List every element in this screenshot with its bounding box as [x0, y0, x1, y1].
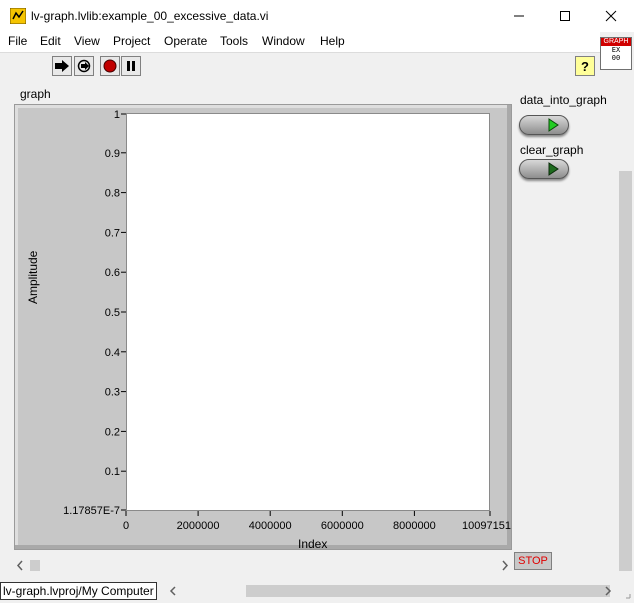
graph-horizontal-scrollbar[interactable]	[14, 557, 512, 574]
x-tick-label: 2000000	[177, 520, 220, 532]
x-tick-label: 10097151	[462, 520, 511, 532]
clear-graph-label: clear_graph	[520, 143, 584, 157]
y-tick-label: 0.4	[105, 347, 120, 359]
y-tick-label: 0.1	[105, 466, 120, 478]
y-tick-label: 0.9	[105, 148, 120, 160]
vertical-scrollbar[interactable]	[617, 79, 634, 575]
data-into-graph-button[interactable]	[519, 115, 569, 135]
led-indicator-icon	[548, 162, 559, 176]
project-path[interactable]: lv-graph.lvproj/My Computer	[0, 582, 157, 600]
y-tick-label: 1.17857E-7	[63, 505, 120, 517]
clear-graph-button[interactable]	[519, 159, 569, 179]
x-tick-label: 6000000	[321, 520, 364, 532]
y-tick-label: 0.6	[105, 267, 120, 279]
y-tick-label: 0.8	[105, 188, 120, 200]
y-tick-label: 0.3	[105, 387, 120, 399]
resize-grip-icon	[626, 594, 631, 599]
y-tick-label: 0.2	[105, 426, 120, 438]
y-tick-label: 0.5	[105, 307, 120, 319]
data-into-graph-label: data_into_graph	[520, 93, 607, 107]
y-tick-label: 1	[114, 109, 120, 121]
x-tick-label: 8000000	[393, 520, 436, 532]
x-tick-label: 4000000	[249, 520, 292, 532]
window-scroll-left-icon	[169, 586, 176, 596]
scroll-right-icon	[502, 560, 509, 571]
x-axis-label: Index	[298, 537, 328, 551]
led-indicator-icon	[548, 118, 559, 132]
y-axis-label: Amplitude	[26, 250, 40, 304]
window-scroll-thumb	[246, 585, 610, 597]
y-tick-label: 0.7	[105, 227, 120, 239]
stop-button[interactable]: STOP	[514, 552, 552, 570]
scroll-left-icon	[16, 560, 23, 571]
x-tick-label: 0	[123, 520, 129, 532]
graph-axes: 1 0.9 0.8 0.7 0.6 0.5 0.4 0.3 0.2 0.1 1.17857E-70 2…	[63, 109, 511, 532]
